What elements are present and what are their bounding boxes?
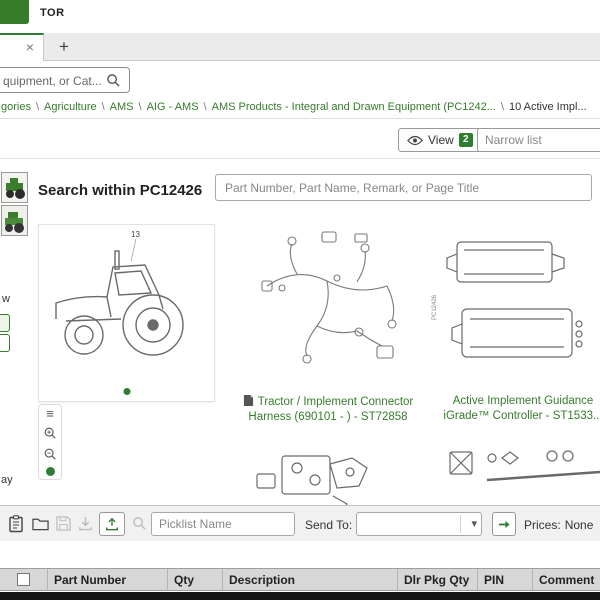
view-count-badge: 2 — [458, 133, 473, 147]
breadcrumb-current: 10 Active Impl... — [508, 101, 587, 113]
clipboard-icon[interactable] — [8, 515, 24, 533]
chevron-down-icon: ▾ — [471, 518, 477, 530]
zoom-fit-dot-icon[interactable] — [45, 466, 55, 476]
download-icon[interactable] — [78, 516, 93, 531]
send-to-label: Send To: — [305, 518, 353, 532]
harness-line-art — [261, 231, 397, 364]
app-header: TOR — [0, 0, 600, 33]
search-icon[interactable] — [106, 73, 121, 88]
column-header-comment[interactable]: Comment — [533, 569, 600, 590]
card-title-line: Tractor / Implement Connector — [257, 396, 414, 408]
breadcrumb-separator: \ — [138, 101, 142, 113]
breadcrumb-separator: \ — [101, 101, 105, 113]
pc-search-heading: Search within PC12426 — [38, 182, 203, 199]
left-panel-toggle-button[interactable] — [0, 334, 10, 352]
tractor-line-art — [55, 238, 184, 356]
breadcrumb-separator: \ — [500, 101, 504, 113]
breadcrumb-link-ams-products[interactable]: AMS Products - Integral and Drawn Equipm… — [212, 101, 496, 113]
view-button-label: View — [428, 133, 454, 147]
app-logo-text: TOR — [40, 7, 65, 19]
prices-label: Prices: None — [524, 518, 593, 532]
column-header-pin[interactable]: PIN — [478, 569, 533, 590]
card-controller-caption[interactable]: Active Implement Guidance iGrade™ Contro… — [430, 394, 600, 424]
card-title-line: iGrade™ Controller - ST1533... — [443, 410, 600, 422]
upload-icon — [105, 517, 119, 531]
breadcrumb-link-ams[interactable]: AMS — [110, 101, 134, 113]
select-all-checkbox[interactable] — [17, 573, 30, 586]
eye-icon — [407, 135, 423, 146]
breadcrumb-link-categories[interactable]: gories — [1, 101, 31, 113]
folder-open-icon[interactable] — [32, 517, 49, 531]
card-controller-image[interactable]: PC12426 — [432, 224, 600, 387]
left-panel-label-fragment: w — [2, 293, 10, 305]
page-preview-card[interactable]: 13 — [38, 224, 215, 402]
breadcrumb-link-agriculture[interactable]: Agriculture — [44, 101, 97, 113]
picklist-body — [0, 541, 600, 568]
view-button[interactable]: View 2 — [398, 128, 482, 152]
left-panel-label-fragment: ay — [1, 474, 13, 486]
divider — [0, 158, 600, 159]
page-thumbnail[interactable] — [1, 205, 28, 236]
prices-value[interactable]: None — [565, 518, 594, 532]
card-title-line: Active Implement Guidance — [452, 395, 594, 407]
save-icon[interactable] — [56, 516, 71, 531]
callout-marker: 13 — [131, 230, 140, 239]
picklist-toolbar: Send To: ▾ Prices: None — [0, 505, 600, 541]
dropdown-divider — [460, 515, 461, 533]
parts-table-header: Part Number Qty Description Dlr Pkg Qty … — [0, 568, 600, 591]
global-search-input[interactable]: quipment, or Cat... — [0, 67, 130, 93]
prices-label-text: Prices: — [524, 518, 561, 532]
breadcrumb: gories \ Agriculture \ AMS \ AIG - AMS \… — [1, 99, 600, 115]
zoom-out-icon[interactable] — [43, 447, 57, 461]
page-indicator-dot[interactable] — [123, 388, 130, 395]
breadcrumb-link-aig-ams[interactable]: AIG - AMS — [147, 101, 199, 113]
menu-icon[interactable]: ≡ — [46, 407, 54, 420]
send-button[interactable] — [492, 512, 516, 536]
bottom-window-edge — [0, 592, 600, 600]
picklist-name-input[interactable] — [151, 512, 295, 536]
page-thumbnail[interactable] — [1, 172, 28, 203]
narrow-list-input[interactable] — [477, 128, 600, 152]
divider — [0, 118, 600, 119]
app-logo[interactable] — [0, 0, 29, 24]
column-header-description[interactable]: Description — [223, 569, 398, 590]
new-tab-button[interactable]: + — [50, 34, 78, 60]
breadcrumb-separator: \ — [203, 101, 207, 113]
pc-search-input[interactable] — [215, 174, 592, 201]
tab-active[interactable]: × — [0, 33, 44, 61]
card-side-label: PC12426 — [432, 294, 438, 320]
zoom-controls: ≡ — [38, 404, 62, 480]
controller-line-art — [446, 241, 583, 358]
upload-button[interactable] — [99, 512, 125, 536]
card-harness-caption[interactable]: Tractor / Implement Connector Harness (6… — [228, 394, 428, 425]
send-arrow-icon — [498, 519, 511, 530]
zoom-in-icon[interactable] — [43, 426, 57, 440]
column-header-dlr-pkg-qty[interactable]: Dlr Pkg Qty — [398, 569, 478, 590]
tab-bar: × + — [0, 33, 600, 61]
global-search-text: quipment, or Cat... — [3, 74, 102, 88]
column-header-part-number[interactable]: Part Number — [48, 569, 168, 590]
send-to-dropdown[interactable]: ▾ — [356, 512, 482, 536]
card-title-line: Harness (690101 - ) - ST72858 — [248, 411, 408, 423]
document-icon — [243, 394, 254, 407]
column-header-qty[interactable]: Qty — [168, 569, 223, 590]
picklist-search-icon[interactable] — [132, 516, 147, 531]
left-panel-toggle-button[interactable] — [0, 314, 10, 332]
breadcrumb-separator: \ — [35, 101, 40, 113]
card-harness-image[interactable] — [237, 224, 420, 387]
app-window: TOR × + quipment, or Cat... gories \ Agr… — [0, 0, 600, 600]
header-checkbox-cell — [0, 569, 48, 590]
tab-close-icon[interactable]: × — [26, 39, 34, 55]
